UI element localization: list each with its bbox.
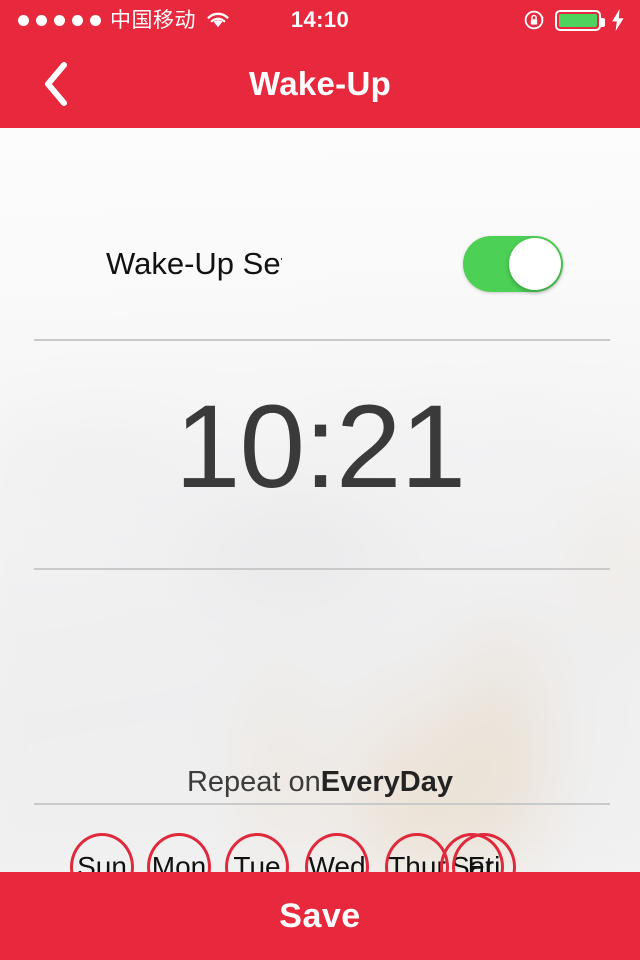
divider-top — [34, 339, 610, 341]
navigation-bar: Wake-Up — [0, 40, 640, 128]
save-button-label: Save — [279, 896, 361, 935]
wake-up-setting-row: Wake-Up Setting — [0, 218, 640, 308]
app-screen: 中国移动 14:10 Wake-Up Wake-Up Se 10:21 Repe… — [0, 0, 640, 960]
battery-cap — [601, 17, 605, 27]
status-bar-right — [524, 0, 626, 40]
wake-up-setting-label-container: Wake-Up Setting — [106, 218, 282, 308]
status-bar-time-text: 14:10 — [290, 7, 350, 32]
repeat-prefix-label: Repeat on — [186, 766, 321, 798]
repeat-value-label: EveryDay — [320, 766, 454, 798]
charging-bolt-icon — [612, 9, 624, 31]
chevron-left-icon — [45, 62, 67, 106]
status-bar: 中国移动 14:10 — [0, 0, 640, 40]
wake-up-toggle-switch[interactable] — [463, 236, 563, 292]
alarm-time-display[interactable]: 10:21 — [0, 388, 640, 506]
battery-level-fill — [559, 13, 597, 27]
back-button[interactable] — [22, 40, 90, 128]
save-button[interactable]: Save — [0, 872, 640, 960]
toggle-knob — [509, 238, 561, 290]
rotation-lock-icon — [524, 10, 544, 30]
page-title: Wake-Up — [248, 65, 392, 102]
repeat-row[interactable]: Repeat onEveryDay — [0, 768, 640, 797]
divider-middle — [34, 568, 610, 570]
wake-up-setting-label: Wake-Up Setting — [106, 245, 282, 281]
settings-content: Wake-Up Setting 10:21 Repeat onEveryDay … — [0, 128, 640, 960]
divider-bottom — [34, 803, 610, 805]
battery-icon — [555, 9, 605, 31]
